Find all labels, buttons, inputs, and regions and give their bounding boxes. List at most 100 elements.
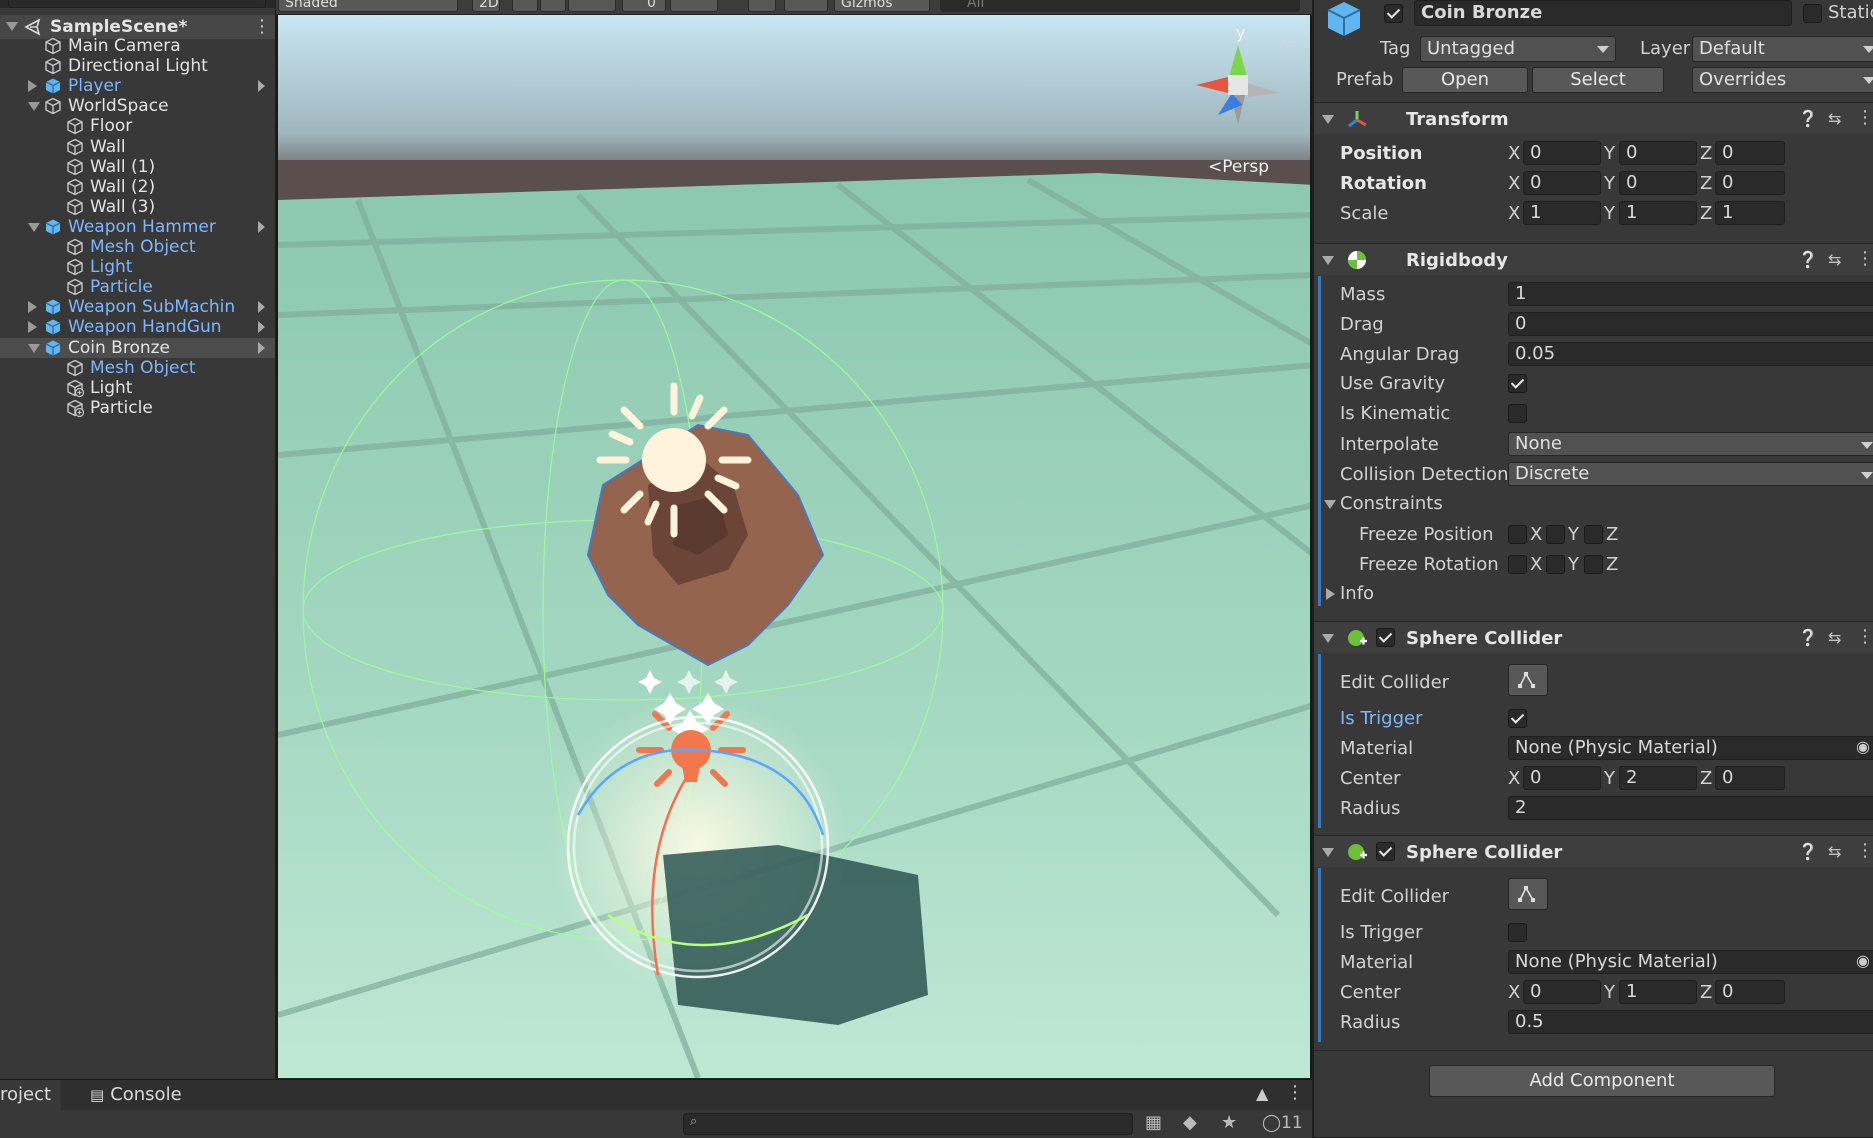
help-icon[interactable]: ❔ [1798, 628, 1818, 647]
radius-1-field[interactable]: 2 [1508, 796, 1873, 820]
material-1-field[interactable]: None (Physic Material) [1508, 736, 1873, 760]
hierarchy-item[interactable]: Light [0, 257, 275, 277]
center-1-z-field[interactable]: 0 [1715, 766, 1785, 790]
center-1-x-field[interactable]: 0 [1523, 766, 1601, 790]
open-prefab-arrow-icon[interactable] [258, 321, 265, 334]
center-1-y-field[interactable]: 2 [1619, 766, 1697, 790]
edit-collider-2-button[interactable] [1508, 878, 1548, 910]
collapse-arrow-icon[interactable] [28, 301, 37, 314]
hierarchy-item[interactable]: Player [0, 76, 275, 96]
hierarchy-item[interactable]: Directional Light [0, 56, 275, 76]
kebab-menu-icon[interactable]: ⋮ [1856, 248, 1873, 269]
scale-z-field[interactable]: 1 [1715, 201, 1785, 225]
sphere-collider-2-enabled-checkbox[interactable] [1376, 842, 1395, 861]
grid-toggle-icon[interactable] [670, 0, 718, 12]
tab-console[interactable]: ▤ Console [80, 1080, 192, 1110]
hierarchy-item[interactable]: Wall (2) [0, 177, 275, 197]
freeze-position-y-checkbox[interactable] [1546, 525, 1565, 544]
rotation-y-field[interactable]: 0 [1619, 171, 1697, 195]
hierarchy-item[interactable]: Particle [0, 398, 275, 418]
hidden-packages-toggle[interactable]: ◯11 [1262, 1113, 1303, 1133]
freeze-position-x-checkbox[interactable] [1508, 525, 1527, 544]
fold-arrow-icon[interactable] [1324, 500, 1336, 509]
scene-search-input[interactable]: All [940, 0, 1300, 12]
drag-field[interactable]: 0 [1508, 312, 1873, 336]
hierarchy-item[interactable]: Weapon SubMachin [0, 297, 275, 317]
fold-arrow-icon[interactable] [1322, 634, 1334, 643]
tools-toggle-icon[interactable] [748, 0, 776, 12]
presets-icon[interactable]: ⇆ [1828, 109, 1841, 128]
hierarchy-item[interactable]: Mesh Object [0, 358, 275, 378]
fold-arrow-icon[interactable] [1322, 115, 1334, 124]
filter-by-label-icon[interactable]: ◆ [1183, 1112, 1197, 1133]
hierarchy-search-input[interactable]: All [8, 0, 266, 8]
prefab-open-button[interactable]: Open [1402, 67, 1528, 93]
expand-arrow-icon[interactable] [6, 22, 18, 31]
is-trigger-2-checkbox[interactable] [1508, 923, 1527, 942]
hierarchy-item[interactable]: Wall (3) [0, 197, 275, 217]
center-2-x-field[interactable]: 0 [1523, 980, 1601, 1004]
collision-detection-dropdown[interactable]: Discrete [1508, 462, 1873, 486]
expand-arrow-icon[interactable] [28, 102, 40, 112]
rotation-z-field[interactable]: 0 [1715, 171, 1785, 195]
freeze-rotation-y-checkbox[interactable] [1546, 555, 1565, 574]
freeze-position-z-checkbox[interactable] [1584, 525, 1603, 544]
collapse-arrow-icon[interactable] [1326, 588, 1335, 600]
position-z-field[interactable]: 0 [1715, 141, 1785, 165]
static-checkbox[interactable] [1803, 4, 1822, 23]
transform-header[interactable]: Transform ❔ ⇆ ⋮ [1314, 102, 1873, 134]
rigidbody-header[interactable]: Rigidbody ❔ ⇆ ⋮ [1314, 243, 1873, 275]
tab-project[interactable]: roject [0, 1080, 62, 1110]
use-gravity-checkbox[interactable] [1508, 374, 1527, 393]
lighting-toggle-icon[interactable] [512, 0, 538, 12]
hierarchy-item[interactable]: Weapon HandGun [0, 317, 275, 337]
kebab-menu-icon[interactable]: ⋮ [1856, 107, 1873, 128]
presets-icon[interactable]: ⇆ [1828, 250, 1841, 269]
hierarchy-item[interactable]: Coin Bronze [0, 337, 275, 358]
expand-arrow-icon[interactable] [28, 343, 40, 353]
layer-dropdown[interactable]: Default [1692, 36, 1873, 62]
hierarchy-item[interactable]: Wall (1) [0, 157, 275, 177]
sphere-collider-2-header[interactable]: Sphere Collider ❔ ⇆ ⋮ [1314, 835, 1873, 867]
prefab-overrides-dropdown[interactable]: Overrides [1692, 67, 1873, 93]
interpolate-dropdown[interactable]: None [1508, 432, 1873, 456]
is-kinematic-checkbox[interactable] [1508, 404, 1527, 423]
lock-icon[interactable]: ▢ [1283, 33, 1296, 49]
center-2-z-field[interactable]: 0 [1715, 980, 1785, 1004]
audio-toggle-icon[interactable] [540, 0, 566, 12]
lock-icon[interactable]: ▲ [1256, 1084, 1268, 1103]
mass-field[interactable]: 1 [1508, 282, 1873, 306]
tag-dropdown[interactable]: Untagged [1420, 36, 1616, 62]
edit-collider-1-button[interactable] [1508, 664, 1548, 696]
prefab-select-button[interactable]: Select [1532, 67, 1664, 93]
scene-view[interactable]: y ▢ <Persp [276, 15, 1312, 1078]
hierarchy-item[interactable]: Light [0, 378, 275, 398]
kebab-menu-icon[interactable]: ⋮ [1856, 626, 1873, 647]
open-prefab-arrow-icon[interactable] [258, 220, 265, 233]
open-prefab-arrow-icon[interactable] [258, 80, 265, 93]
expand-arrow-icon[interactable] [28, 222, 40, 232]
fold-arrow-icon[interactable] [1322, 848, 1334, 857]
sphere-collider-1-enabled-checkbox[interactable] [1376, 628, 1395, 647]
freeze-rotation-z-checkbox[interactable] [1584, 555, 1603, 574]
scale-x-field[interactable]: 1 [1523, 201, 1601, 225]
presets-icon[interactable]: ⇆ [1828, 842, 1841, 861]
hierarchy-item[interactable]: WorldSpace [0, 96, 275, 116]
center-2-y-field[interactable]: 1 [1619, 980, 1697, 1004]
object-picker-icon[interactable]: ◉ [1856, 951, 1870, 970]
open-prefab-arrow-icon[interactable] [258, 301, 265, 314]
freeze-rotation-x-checkbox[interactable] [1508, 555, 1527, 574]
project-search-input[interactable]: ⌕ [683, 1113, 1133, 1135]
hierarchy-item[interactable]: Mesh Object [0, 237, 275, 257]
2d-toggle-button[interactable]: 2D [472, 0, 500, 12]
presets-icon[interactable]: ⇆ [1828, 628, 1841, 647]
open-prefab-arrow-icon[interactable] [258, 341, 265, 354]
is-trigger-1-checkbox[interactable] [1508, 709, 1527, 728]
radius-2-field[interactable]: 0.5 [1508, 1010, 1873, 1034]
camera-settings-icon[interactable] [784, 0, 828, 12]
hierarchy-item[interactable]: Main Camera [0, 36, 275, 56]
directional-light-icon[interactable] [596, 382, 752, 538]
hierarchy-item[interactable]: Weapon Hammer [0, 217, 275, 237]
hierarchy-item[interactable]: Floor [0, 116, 275, 136]
shading-mode-dropdown[interactable]: Shaded [278, 0, 458, 12]
